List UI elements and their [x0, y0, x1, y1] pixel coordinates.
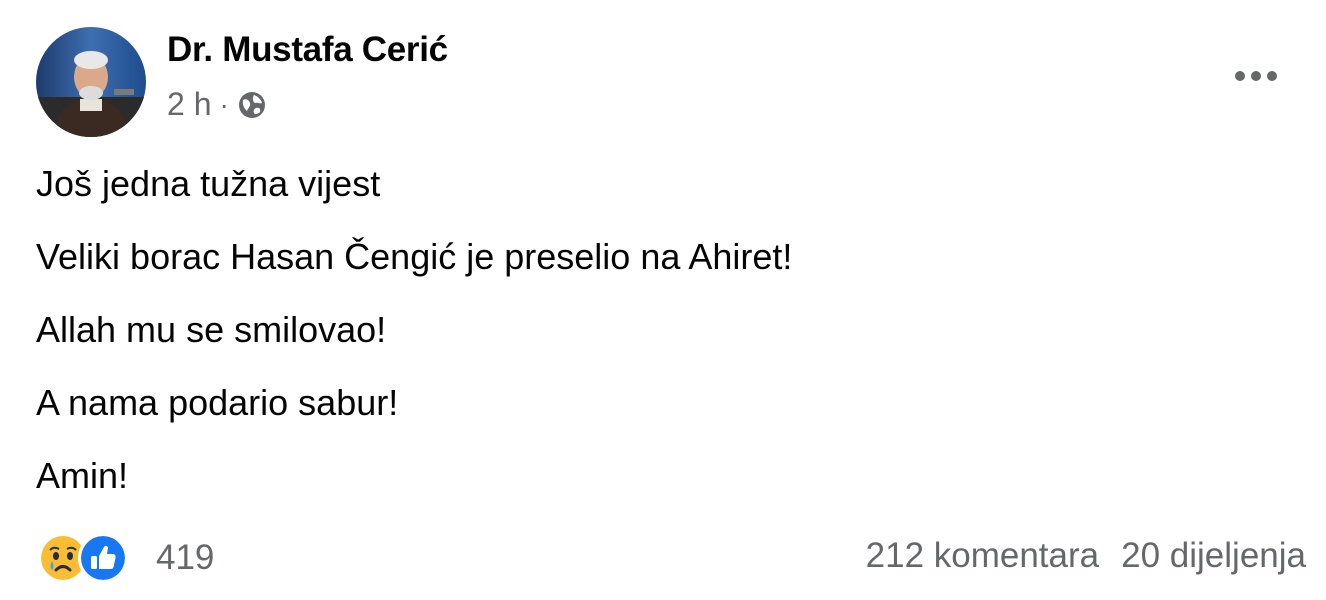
post-line: Veliki borac Hasan Čengić je preselio na… — [36, 236, 793, 277]
post-line: Allah mu se smilovao! — [36, 309, 387, 350]
post-timestamp[interactable]: 2 h — [167, 86, 211, 123]
post-meta: 2 h · — [167, 86, 267, 123]
engagement-stats: 212 komentara 20 dijeljenja — [866, 536, 1306, 576]
post-line: A nama podario sabur! — [36, 382, 399, 423]
globe-icon[interactable] — [237, 90, 267, 120]
reaction-count[interactable]: 419 — [156, 538, 214, 578]
reaction-icons[interactable] — [38, 533, 128, 583]
author-avatar[interactable] — [36, 27, 146, 137]
post-text: Još jedna tužna vijest Veliki borac Hasa… — [36, 160, 792, 525]
facebook-post: Dr. Mustafa Cerić 2 h · Još jedna tužna … — [0, 0, 1326, 600]
post-line: Amin! — [36, 455, 129, 496]
more-options-button[interactable] — [1226, 56, 1286, 96]
author-name[interactable]: Dr. Mustafa Cerić — [167, 30, 448, 70]
post-line: Još jedna tužna vijest — [36, 163, 381, 204]
comments-count-link[interactable]: 212 komentara — [866, 536, 1099, 576]
shares-count-link[interactable]: 20 dijeljenja — [1121, 536, 1306, 576]
reactions-bar: 419 — [38, 532, 214, 584]
more-options-icon — [1235, 71, 1277, 81]
like-reaction-icon[interactable] — [78, 533, 128, 583]
meta-separator: · — [219, 88, 229, 120]
